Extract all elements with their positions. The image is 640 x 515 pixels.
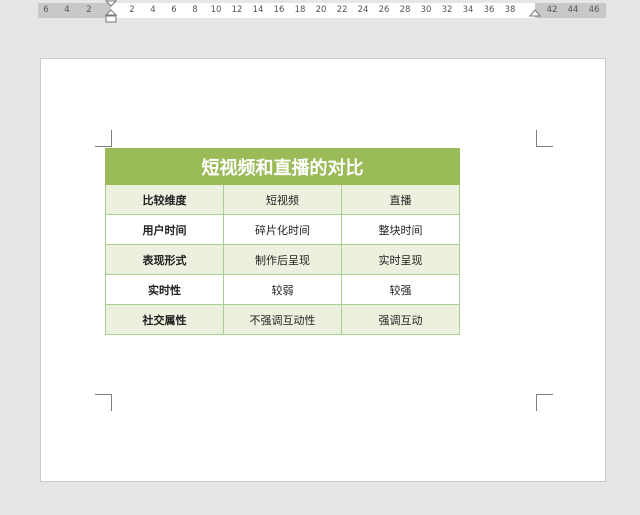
ruler-tick: 30 (420, 5, 432, 15)
ruler-tick: 34 (462, 5, 474, 15)
ruler-tick: 2 (86, 5, 92, 15)
table-cell[interactable]: 用户时间 (105, 214, 224, 245)
comparison-table[interactable]: 短视频和直播的对比 比较维度 短视频 直播 用户时间 碎片化时间 整块时间 表现… (104, 148, 461, 335)
ruler-tick: 6 (171, 5, 177, 15)
ruler-tick: 4 (150, 5, 156, 15)
table-row: 实时性 较弱 较强 (105, 274, 461, 305)
ruler-tick: 6 (43, 5, 49, 15)
table-cell[interactable]: 直播 (340, 184, 461, 215)
table-cell[interactable]: 社交属性 (105, 304, 224, 335)
table-cell[interactable]: 实时性 (105, 274, 224, 305)
right-indent-marker-icon[interactable] (529, 9, 541, 19)
ruler-tick: 2 (129, 5, 135, 15)
table-cell[interactable]: 碎片化时间 (223, 214, 342, 245)
ruler-tick: 20 (315, 5, 327, 15)
crop-mark-top-right-icon (536, 130, 553, 147)
table-cell[interactable]: 制作后呈现 (223, 244, 342, 275)
table-row: 比较维度 短视频 直播 (105, 184, 461, 215)
table-cell[interactable]: 强调互动 (340, 304, 461, 335)
ruler-tick: 14 (252, 5, 264, 15)
table-cell[interactable]: 表现形式 (105, 244, 224, 275)
table-cell[interactable]: 比较维度 (105, 184, 224, 215)
ruler-tick: 18 (294, 5, 306, 15)
table-cell[interactable]: 较弱 (223, 274, 342, 305)
indent-marker-icon[interactable] (105, 0, 117, 24)
table-cell[interactable]: 不强调互动性 (223, 304, 342, 335)
ruler-tick: 44 (567, 5, 579, 15)
table-row: 用户时间 碎片化时间 整块时间 (105, 214, 461, 245)
ruler-tick: 10 (210, 5, 222, 15)
ruler-tick: 42 (546, 5, 558, 15)
table-cell[interactable]: 短视频 (223, 184, 342, 215)
table-cell[interactable]: 较强 (340, 274, 461, 305)
ruler-tick: 8 (192, 5, 198, 15)
ruler-left-margin (38, 3, 111, 18)
ruler-tick: 32 (441, 5, 453, 15)
ruler-tick: 38 (504, 5, 516, 15)
horizontal-ruler[interactable]: 6 4 2 2 4 6 8 10 12 14 16 18 20 22 24 26… (38, 0, 606, 23)
crop-mark-bottom-right-icon (536, 394, 553, 411)
ruler-tick: 16 (273, 5, 285, 15)
ruler-tick: 28 (399, 5, 411, 15)
table-cell[interactable]: 整块时间 (340, 214, 461, 245)
table-cell[interactable]: 实时呈现 (340, 244, 461, 275)
crop-mark-bottom-left-icon (95, 394, 112, 411)
crop-mark-top-left-icon (95, 130, 112, 147)
ruler-tick: 4 (64, 5, 70, 15)
ruler-tick: 24 (357, 5, 369, 15)
ruler-tick: 36 (483, 5, 495, 15)
ruler-tick: 46 (588, 5, 600, 15)
ruler-tick: 22 (336, 5, 348, 15)
table-title[interactable]: 短视频和直播的对比 (104, 148, 461, 185)
table-row: 社交属性 不强调互动性 强调互动 (105, 304, 461, 335)
ruler-tick: 12 (231, 5, 243, 15)
ruler-tick: 26 (378, 5, 390, 15)
table-row: 表现形式 制作后呈现 实时呈现 (105, 244, 461, 275)
